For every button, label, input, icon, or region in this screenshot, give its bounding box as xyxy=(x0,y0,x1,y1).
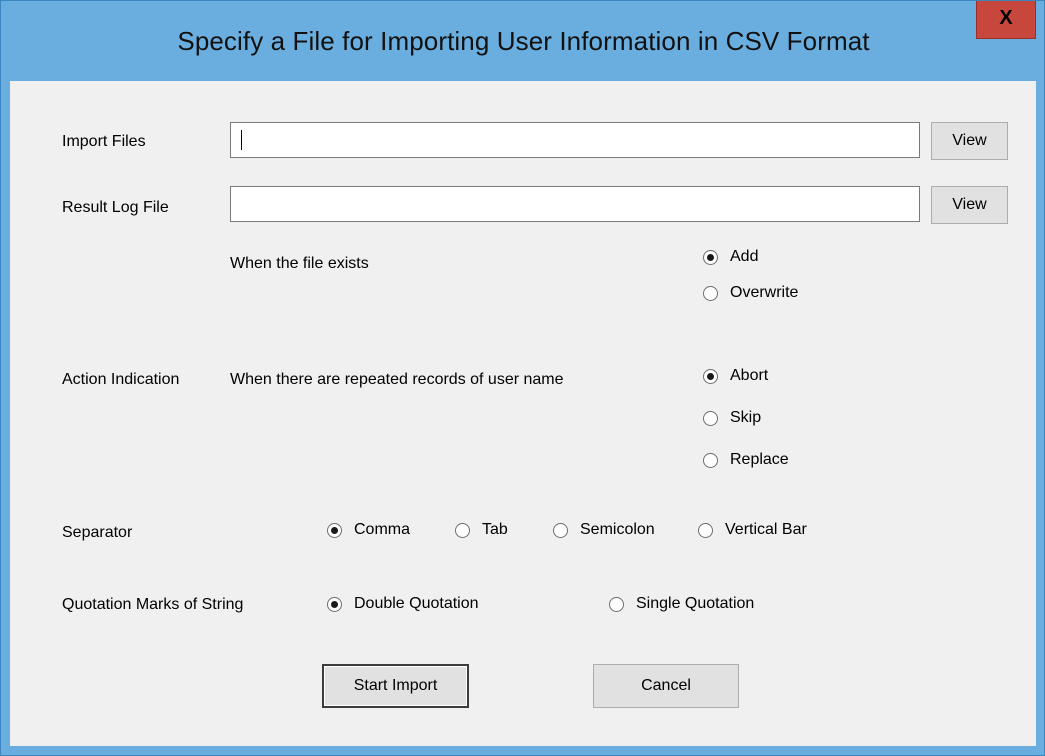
radio-add-dot xyxy=(703,249,718,265)
radio-overwrite-label: Overwrite xyxy=(730,284,799,301)
radio-tab-dot xyxy=(455,522,470,538)
radio-double-quotation-label: Double Quotation xyxy=(354,595,479,612)
radio-abort[interactable]: Abort xyxy=(703,367,768,385)
radio-abort-label: Abort xyxy=(730,367,769,384)
radio-single-quotation-label: Single Quotation xyxy=(636,595,755,612)
result-log-input[interactable] xyxy=(230,186,920,222)
result-log-label: Result Log File xyxy=(62,199,169,216)
repeated-records-label: When there are repeated records of user … xyxy=(230,371,564,388)
radio-skip-label: Skip xyxy=(730,409,762,426)
radio-replace[interactable]: Replace xyxy=(703,451,789,469)
dialog-title: Specify a File for Importing User Inform… xyxy=(177,26,870,56)
radio-replace-dot xyxy=(703,452,718,468)
action-indication-label: Action Indication xyxy=(62,371,180,388)
radio-vertical-bar[interactable]: Vertical Bar xyxy=(698,521,807,539)
radio-abort-dot xyxy=(703,368,718,384)
radio-add-label: Add xyxy=(730,248,759,265)
radio-comma-label: Comma xyxy=(354,521,411,538)
text-caret xyxy=(241,130,242,150)
radio-overwrite-dot xyxy=(703,285,718,301)
dialog-client-area: Import Files View Result Log File View W… xyxy=(10,81,1036,746)
radio-single-quotation-dot xyxy=(609,596,624,612)
radio-tab-label: Tab xyxy=(482,521,508,538)
radio-double-quotation[interactable]: Double Quotation xyxy=(327,595,479,613)
file-exists-label: When the file exists xyxy=(230,255,369,272)
radio-skip-dot xyxy=(703,410,718,426)
quotation-marks-label: Quotation Marks of String xyxy=(62,596,244,613)
import-files-view-button[interactable]: View xyxy=(931,122,1008,160)
radio-add[interactable]: Add xyxy=(703,248,758,266)
start-import-button[interactable]: Start Import xyxy=(322,664,469,708)
radio-tab[interactable]: Tab xyxy=(455,521,508,539)
radio-semicolon-label: Semicolon xyxy=(580,521,655,538)
import-files-input[interactable] xyxy=(230,122,920,158)
radio-semicolon[interactable]: Semicolon xyxy=(553,521,655,539)
close-button[interactable]: X xyxy=(976,1,1036,39)
radio-double-quotation-dot xyxy=(327,596,342,612)
result-log-view-button[interactable]: View xyxy=(931,186,1008,224)
separator-label: Separator xyxy=(62,524,133,541)
radio-vertical-bar-label: Vertical Bar xyxy=(725,521,807,538)
radio-semicolon-dot xyxy=(553,522,568,538)
dialog-window: Specify a File for Importing User Inform… xyxy=(0,0,1045,756)
radio-overwrite[interactable]: Overwrite xyxy=(703,284,798,302)
radio-vertical-bar-dot xyxy=(698,522,713,538)
radio-single-quotation[interactable]: Single Quotation xyxy=(609,595,754,613)
radio-comma-dot xyxy=(327,522,342,538)
cancel-button[interactable]: Cancel xyxy=(593,664,739,708)
radio-skip[interactable]: Skip xyxy=(703,409,761,427)
import-files-label: Import Files xyxy=(62,133,146,150)
radio-replace-label: Replace xyxy=(730,451,789,468)
radio-comma[interactable]: Comma xyxy=(327,521,410,539)
